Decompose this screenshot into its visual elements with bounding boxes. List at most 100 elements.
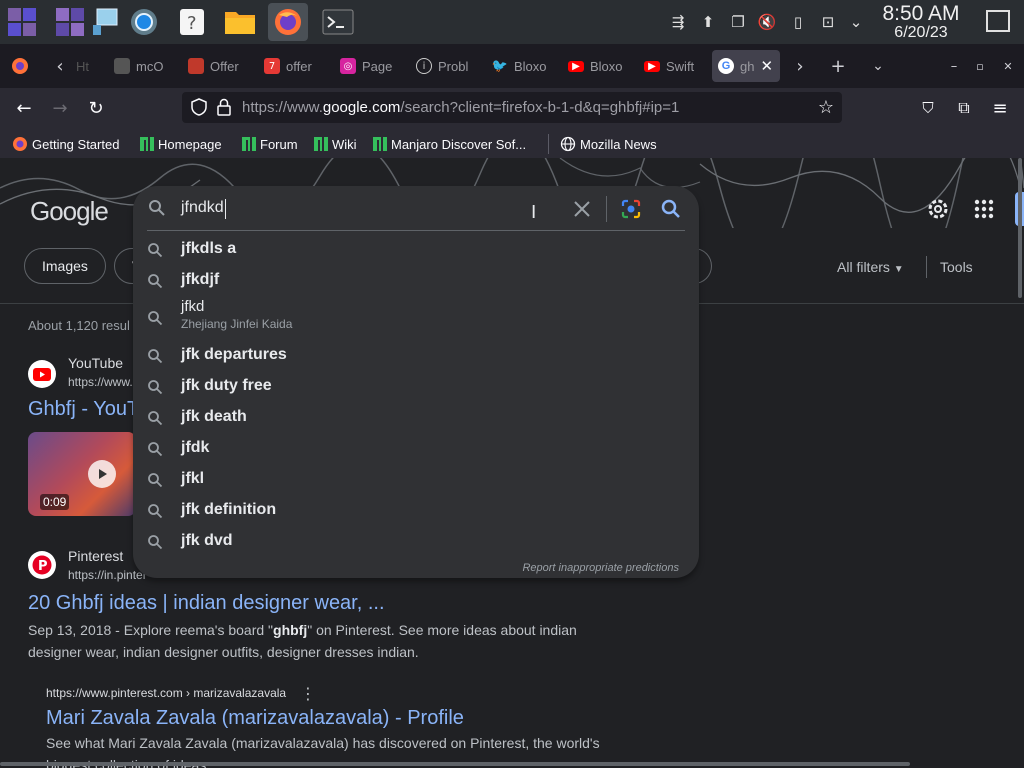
kde-connect-icon[interactable]: ⇶ [668,12,688,32]
bookmark-mozilla-news[interactable]: Mozilla News [560,135,657,153]
list-tabs-icon[interactable]: ⌄ [866,54,890,78]
video-thumbnail[interactable]: 0:09 [28,432,136,516]
result-url[interactable]: https://www. [68,375,133,389]
bookmark-label: Wiki [332,136,357,152]
menu-icon[interactable]: ≡ [988,96,1012,120]
result-snippet: Sep 13, 2018 - Explore reema's board "gh… [28,619,608,663]
show-desktop-icon[interactable] [986,10,1010,32]
app-launcher-icon[interactable] [2,3,42,41]
network-icon[interactable]: ⊡ [818,12,838,32]
lock-icon[interactable] [216,98,232,116]
bookmark-forum[interactable]: Forum [242,135,298,153]
url-bar[interactable]: https://www.google.com/search?client=fir… [182,92,842,123]
pocket-icon[interactable]: ⛉ [916,96,940,120]
clock-time[interactable]: 8:50 AM [870,2,972,26]
vertical-scrollbar[interactable] [1018,158,1022,298]
tab-4[interactable]: 7 offer [264,50,318,82]
workspace-switcher-icon[interactable] [50,3,90,41]
tab-5[interactable]: ◎ Page [340,50,394,82]
battery-icon[interactable]: ▯ [788,12,808,32]
tools-button[interactable]: Tools [940,259,973,275]
result-title-link[interactable]: Mari Zavala Zavala (marizavalazavala) - … [46,707,464,730]
suggestion-item[interactable]: jfdk [133,433,699,464]
result-url[interactable]: https://in.pinter [68,568,147,582]
suggestion-text: jfk departures [181,346,287,363]
tab-label: Bloxo [514,58,546,74]
suggestion-item[interactable]: jfkdls a [133,234,699,265]
folder-icon[interactable] [220,3,260,41]
result-title-link[interactable]: 20 Ghbfj ideas | indian designer wear, .… [28,592,385,615]
search-input[interactable]: jfndkd [181,199,224,217]
bookmark-wiki[interactable]: Wiki [314,135,357,153]
result-url[interactable]: https://www.pinterest.com › marizavalaza… [46,686,286,700]
new-tab-icon[interactable]: + [826,54,850,78]
tab-label: Probl [438,58,469,74]
search-icon [147,503,163,519]
close-window-icon[interactable]: ✕ [996,54,1020,78]
search-submit-icon[interactable] [660,198,682,220]
clock-date[interactable]: 6/20/23 [870,24,972,42]
tab-3[interactable]: Offer [188,50,242,82]
suggestion-item[interactable]: jfk death [133,402,699,433]
bookmark-manjaro-discover[interactable]: Manjaro Discover Sof... [373,135,526,153]
more-options-icon[interactable]: ⋮ [300,684,316,703]
extensions-icon[interactable]: ⧉ [952,96,976,120]
tab-6[interactable]: i Probl [416,50,470,82]
tab-label: Swift [666,58,695,74]
suggestion-item[interactable]: jfk duty free [133,371,699,402]
settings-icon[interactable] [124,3,164,41]
url-text[interactable]: https://www.google.com/search?client=fir… [242,99,679,116]
tab-7[interactable]: 🐦 Bloxo [492,50,546,82]
window-icon[interactable] [86,3,126,41]
bookmark-homepage[interactable]: Homepage [140,135,222,153]
tab-9[interactable]: ▶ Swift [644,50,698,82]
suggestion-item[interactable]: jfkdjf [133,265,699,296]
maximize-icon[interactable]: ▫ [968,54,992,78]
tab-1[interactable]: Ht [76,50,94,82]
help-icon[interactable]: ? [172,3,212,41]
scroll-tabs-right-icon[interactable]: › [788,54,812,78]
report-predictions-link[interactable]: Report inappropriate predictions [522,562,679,574]
chip-images[interactable]: Images [24,248,106,284]
google-logo[interactable]: Google [30,196,109,227]
all-filters-button[interactable]: All filters ▼ [837,259,904,275]
tracking-shield-icon[interactable] [190,98,208,116]
suggestion-item[interactable]: jfk departures [133,340,699,371]
tab-2[interactable]: mcO [114,50,168,82]
tab-8[interactable]: ▶ Bloxo [568,50,622,82]
snippet-text: See what Mari Zavala Zavala (marizavalaz… [46,735,600,751]
bookmark-getting-started[interactable]: Getting Started [12,135,119,153]
firefox-icon[interactable] [268,3,308,41]
horizontal-scrollbar[interactable] [0,762,910,766]
bookmark-label: Getting Started [32,136,120,152]
forward-icon[interactable]: → [48,96,72,120]
search-icon [147,410,163,426]
suggestion-item[interactable]: jfkd Zhejiang Jinfei Kaida [133,296,699,340]
reload-icon[interactable]: ↻ [84,96,108,120]
clipboard-icon[interactable]: ❐ [728,12,748,32]
play-icon [88,460,116,488]
firefox-view-icon[interactable] [8,54,32,78]
tab-active[interactable]: G gh ✕ [712,50,780,82]
close-tab-icon[interactable]: ✕ [760,57,773,75]
suggestion-item[interactable]: jfkl [133,464,699,495]
suggestion-item[interactable]: jfk definition [133,495,699,526]
clear-icon[interactable] [572,199,592,219]
chip-label: Images [42,258,88,274]
volume-muted-icon[interactable]: 🔇 [757,12,777,32]
back-icon[interactable]: ← [12,96,36,120]
bookmark-label: Manjaro Discover Sof... [391,136,527,152]
search-icon [148,199,166,217]
settings-gear-icon[interactable] [926,197,950,221]
result-title-link[interactable]: Ghbfj - YouT [28,398,139,421]
terminal-icon[interactable] [318,3,358,41]
bookmark-star-icon[interactable]: ☆ [818,97,834,118]
search-icon [147,242,163,258]
chevron-down-icon[interactable]: ⌄ [846,12,866,32]
lens-camera-icon[interactable] [620,198,642,220]
minimize-icon[interactable]: – [942,54,966,78]
update-icon[interactable]: ⬆ [698,12,718,32]
suggestion-item[interactable]: jfk dvd [133,526,699,557]
apps-grid-icon[interactable] [974,199,994,219]
scroll-tabs-left-icon[interactable]: ‹ [48,54,72,78]
